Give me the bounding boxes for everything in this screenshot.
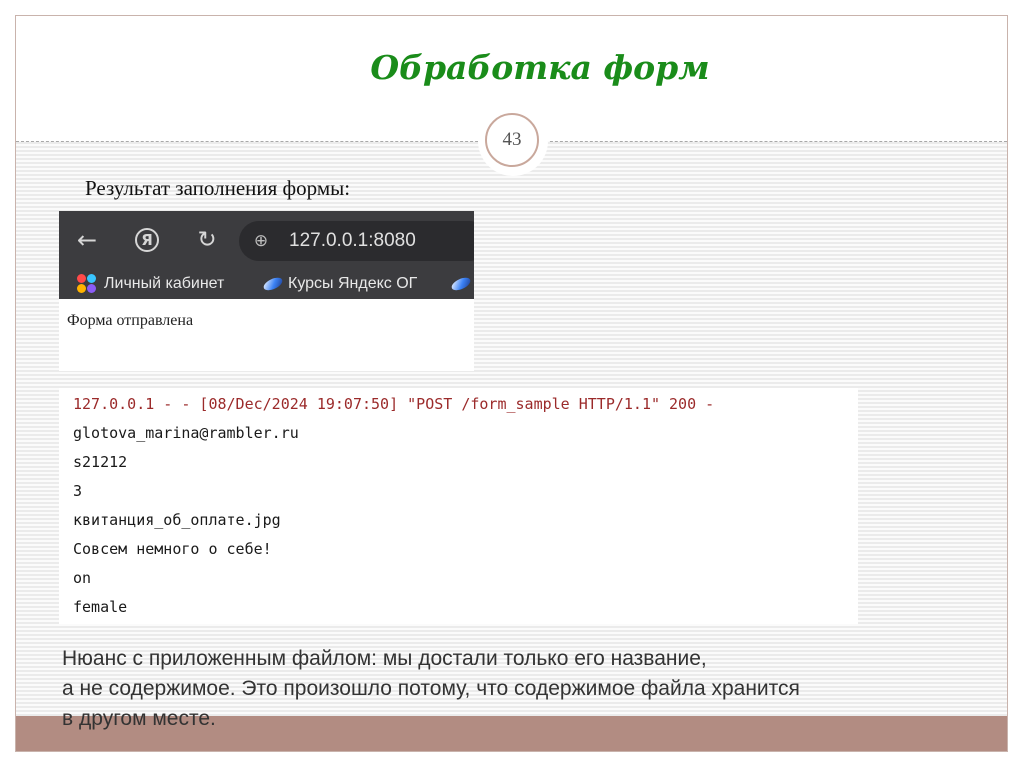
- note-line: в другом месте.: [62, 707, 216, 730]
- bookmark-label: Курсы Яндекс ОГ: [288, 275, 418, 292]
- globe-icon: ⊕: [253, 231, 269, 251]
- bookmark-label: Личный кабинет: [104, 275, 225, 292]
- output-line: квитанция_об_оплате.jpg: [73, 511, 281, 529]
- log-line: 127.0.0.1 - - [08/Dec/2024 19:07:50] "PO…: [73, 395, 715, 413]
- colorful-dots-icon: [77, 274, 99, 294]
- output-line: s21212: [73, 453, 128, 471]
- address-bar[interactable]: ⊕ 127.0.0.1:8080: [239, 221, 474, 261]
- result-label: Результат заполнения формы:: [85, 176, 351, 200]
- form-sent-message: Форма отправлена: [67, 312, 194, 329]
- bookmarks-bar: Личный кабинет Курсы Яндекс ОГ: [59, 269, 474, 299]
- output-line: on: [73, 569, 92, 587]
- bookmark-fade: [239, 269, 263, 299]
- bookmark-partial[interactable]: [449, 274, 474, 294]
- address-text: 127.0.0.1:8080: [289, 230, 416, 251]
- terminal-output: 127.0.0.1 - - [08/Dec/2024 19:07:50] "PO…: [59, 388, 858, 624]
- nuance-note: Нюанс с приложенным файлом: мы достали т…: [62, 644, 992, 734]
- bookmark-yandex-courses[interactable]: Курсы Яндекс ОГ: [261, 274, 418, 294]
- course-logo-icon: [261, 275, 285, 293]
- note-line: а не содержимое. Это произошло потому, ч…: [62, 677, 800, 700]
- output-line: Совсем немного о себе!: [73, 540, 272, 558]
- slide-title: Обработка форм: [370, 48, 710, 87]
- page-number: 43: [485, 113, 539, 167]
- yandex-icon[interactable]: Я: [135, 228, 159, 252]
- browser-screenshot: ← Я ↻ ⊕ 127.0.0.1:8080 Личный кабинет Ку…: [59, 211, 474, 371]
- browser-toolbar: ← Я ↻ ⊕ 127.0.0.1:8080: [59, 211, 474, 269]
- output-line: glotova_marina@rambler.ru: [73, 424, 299, 442]
- course-logo-icon: [449, 275, 473, 293]
- back-arrow-icon[interactable]: ←: [73, 226, 101, 254]
- note-line: Нюанс с приложенным файлом: мы достали т…: [62, 647, 707, 670]
- output-line: female: [73, 598, 128, 616]
- bookmark-personal-account[interactable]: Личный кабинет: [77, 274, 224, 294]
- page-number-badge: 43: [478, 106, 548, 176]
- reload-icon[interactable]: ↻: [193, 226, 221, 254]
- output-line: 3: [73, 482, 83, 500]
